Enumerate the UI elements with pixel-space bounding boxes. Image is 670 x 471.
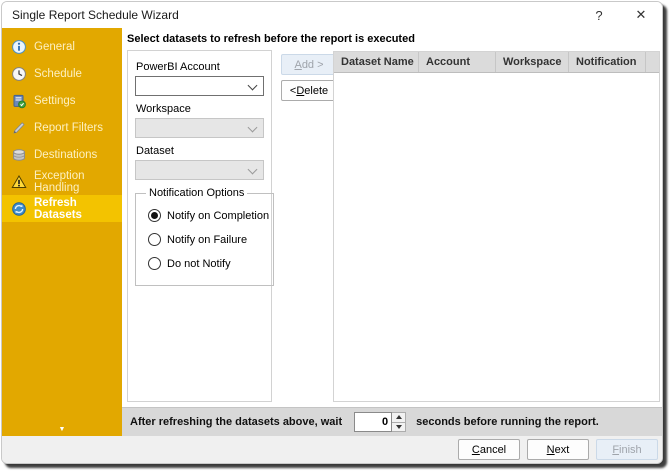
pencil-icon <box>13 121 25 134</box>
spinner-up-button[interactable] <box>392 412 407 423</box>
column-header-dataset-name[interactable]: Dataset Name <box>334 52 419 72</box>
sidebar-item-label: General <box>34 40 75 53</box>
column-header-account[interactable]: Account <box>419 52 496 72</box>
help-button[interactable]: ? <box>578 2 620 28</box>
radio-do-not-notify[interactable]: Do not Notify <box>148 257 269 270</box>
sidebar-item-schedule[interactable]: Schedule <box>2 60 122 87</box>
sidebar-item-general[interactable]: General <box>2 33 122 60</box>
clock-icon <box>12 66 26 81</box>
dataset-selection-panel: PowerBI Account Workspace Dataset Notifi… <box>127 50 275 402</box>
wizard-sidebar: General Schedule Settings Report Filters… <box>2 28 122 436</box>
radio-button[interactable] <box>148 257 161 270</box>
chevron-down-icon <box>249 82 257 90</box>
sidebar-item-settings[interactable]: Settings <box>2 87 122 114</box>
sidebar-item-label: Report Filters <box>34 121 104 134</box>
window-title: Single Report Schedule Wizard <box>12 8 179 22</box>
radio-notify-on-completion[interactable]: Notify on Completion <box>148 209 269 222</box>
column-header-notification[interactable]: Notification <box>569 52 646 72</box>
datasets-table: Dataset Name Account Workspace Notificat… <box>333 51 660 402</box>
wait-seconds-spinner: 0 <box>354 412 407 432</box>
chevron-down-icon <box>249 124 257 132</box>
sidebar-item-label: Exception Handling <box>34 169 85 194</box>
scroll-down-icon[interactable]: ▼ <box>59 426 66 433</box>
column-header-filler <box>646 52 659 72</box>
triangle-up-icon <box>395 415 402 420</box>
sidebar-item-label: Refresh Datasets <box>34 196 82 221</box>
table-header: Dataset Name Account Workspace Notificat… <box>334 52 659 73</box>
table-body[interactable] <box>334 73 659 401</box>
wait-seconds-input[interactable]: 0 <box>354 412 393 432</box>
notification-options-group: Notification Options Notify on Completio… <box>135 187 275 286</box>
sidebar-item-exception-handling[interactable]: Exception Handling <box>2 168 122 195</box>
close-button[interactable]: ✕ <box>620 2 662 28</box>
footer-button-bar: Cancel Next Finish <box>2 436 662 463</box>
refresh-globe-icon <box>12 201 26 216</box>
workspace-label: Workspace <box>136 103 191 115</box>
dataset-select[interactable] <box>135 160 264 180</box>
wait-bar: After refreshing the datasets above, wai… <box>122 407 662 436</box>
sidebar-item-destinations[interactable]: Destinations <box>2 141 122 168</box>
close-icon: ✕ <box>635 7 647 22</box>
sidebar-item-label: Destinations <box>34 148 98 161</box>
add-button[interactable]: Add > <box>281 54 337 75</box>
warning-icon <box>11 174 27 188</box>
radio-notify-on-failure[interactable]: Notify on Failure <box>148 233 269 246</box>
sidebar-item-label: Settings <box>34 94 76 107</box>
finish-button[interactable]: Finish <box>596 439 658 460</box>
page-title: Select datasets to refresh before the re… <box>127 33 415 45</box>
info-icon <box>12 39 26 54</box>
sidebar-item-report-filters[interactable]: Report Filters <box>2 114 122 141</box>
sidebar-item-refresh-datasets[interactable]: Refresh Datasets <box>2 195 122 222</box>
notification-options-label: Notification Options <box>149 187 245 199</box>
spinner-down-button[interactable] <box>392 422 407 432</box>
workspace-select[interactable] <box>135 118 264 138</box>
title-bar: Single Report Schedule Wizard ? ✕ <box>2 2 662 28</box>
disk-icon <box>13 148 25 161</box>
radio-button[interactable] <box>148 209 161 222</box>
powerbi-account-select[interactable] <box>135 76 264 96</box>
main-panel: Select datasets to refresh before the re… <box>122 28 662 436</box>
cancel-button[interactable]: Cancel <box>458 439 520 460</box>
radio-label: Do not Notify <box>167 257 231 270</box>
triangle-down-icon <box>395 424 402 429</box>
wait-text-prefix: After refreshing the datasets above, wai… <box>130 416 343 428</box>
radio-label: Notify on Failure <box>167 233 248 246</box>
wizard-dialog: Single Report Schedule Wizard ? ✕ Genera… <box>1 1 663 464</box>
dataset-label: Dataset <box>136 145 174 157</box>
radio-button[interactable] <box>148 233 161 246</box>
radio-label: Notify on Completion <box>167 209 270 222</box>
powerbi-account-label: PowerBI Account <box>136 61 220 73</box>
column-header-workspace[interactable]: Workspace <box>496 52 569 72</box>
help-icon: ? <box>595 7 603 23</box>
next-button[interactable]: Next <box>527 439 589 460</box>
chevron-down-icon <box>249 166 257 174</box>
wait-text-suffix: seconds before running the report. <box>416 416 599 428</box>
settings-book-icon <box>13 94 26 108</box>
delete-button[interactable]: < Delete <box>281 80 337 101</box>
sidebar-item-label: Schedule <box>34 67 82 80</box>
